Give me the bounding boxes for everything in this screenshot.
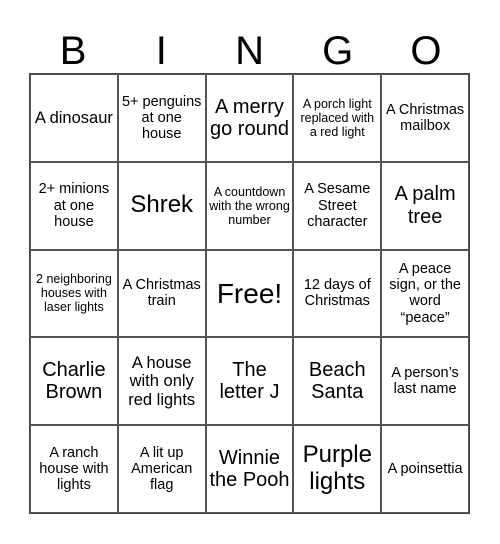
bingo-cell[interactable]: 12 days of Christmas: [293, 249, 382, 338]
bingo-cell[interactable]: 5+ penguins at one house: [117, 74, 206, 162]
bingo-cell[interactable]: A countdown with the wrong number: [205, 161, 294, 250]
bingo-cell[interactable]: Purple lights: [293, 425, 382, 513]
header-letter-o: O: [410, 29, 442, 73]
header-letter-g: G: [322, 29, 354, 73]
bingo-header: B I N G O: [29, 22, 470, 73]
bingo-cell[interactable]: A house with only red lights: [117, 337, 206, 426]
bingo-cell[interactable]: Winnie the Pooh: [205, 425, 294, 513]
bingo-cell[interactable]: Beach Santa: [293, 337, 382, 426]
bingo-cell[interactable]: A poinsettia: [381, 425, 469, 513]
header-letter-b: B: [59, 29, 87, 73]
bingo-cell[interactable]: A person’s last name: [381, 337, 469, 426]
bingo-cell[interactable]: The letter J: [205, 337, 294, 426]
bingo-cell[interactable]: A Christmas train: [117, 249, 206, 338]
bingo-cell[interactable]: Charlie Brown: [30, 337, 118, 426]
bingo-cell[interactable]: A palm tree: [381, 161, 469, 250]
bingo-cell[interactable]: A merry go round: [205, 74, 294, 162]
bingo-cell[interactable]: A porch light replaced with a red light: [293, 74, 382, 162]
bingo-cell[interactable]: A Sesame Street character: [293, 161, 382, 250]
bingo-cell[interactable]: Shrek: [117, 161, 206, 250]
bingo-grid: A dinosaur 5+ penguins at one house A me…: [29, 73, 470, 514]
bingo-cell[interactable]: 2 neighboring houses with laser lights: [30, 249, 118, 338]
header-letter-i: I: [155, 29, 167, 73]
bingo-cell[interactable]: A dinosaur: [30, 74, 118, 162]
bingo-cell[interactable]: A peace sign, or the word “peace”: [381, 249, 469, 338]
bingo-cell[interactable]: 2+ minions at one house: [30, 161, 118, 250]
bingo-cell[interactable]: A Christmas mailbox: [381, 74, 469, 162]
bingo-cell[interactable]: A lit up American flag: [117, 425, 206, 513]
free-space-cell[interactable]: Free!: [205, 249, 294, 338]
header-letter-n: N: [235, 29, 264, 73]
bingo-cell[interactable]: A ranch house with lights: [30, 425, 118, 513]
